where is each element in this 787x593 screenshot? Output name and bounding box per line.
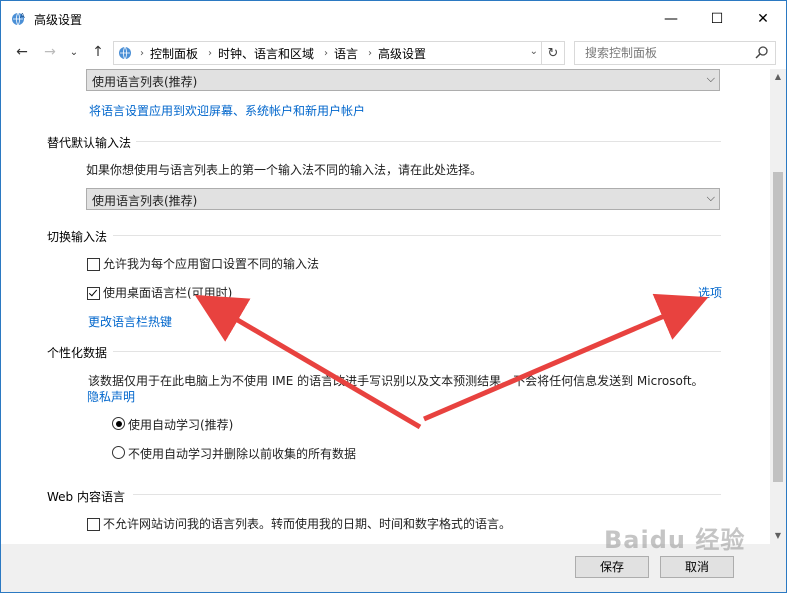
back-arrow-icon[interactable]: ← [13,43,31,61]
auto-learning-radio[interactable] [112,417,125,430]
forward-arrow-icon[interactable]: → [41,43,59,61]
desktop-language-bar-checkbox[interactable] [87,287,100,300]
per-app-input-checkbox[interactable] [87,258,100,271]
section-divider [113,235,721,236]
default-input-method-select[interactable]: 使用语言列表(推荐) ⌵ [86,188,720,210]
section-heading-personalization: 个性化数据 [47,346,108,360]
cancel-button[interactable]: 取消 [660,556,734,578]
section-heading-override-input: 替代默认输入法 [47,136,132,150]
close-button[interactable]: ✕ [740,1,786,37]
no-auto-learning-radio[interactable] [112,446,125,459]
apply-to-welcome-screen-link[interactable]: 将语言设置应用到欢迎屏幕、系统帐户和新用户帐户 [89,102,365,119]
scrollbar-thumb[interactable] [773,172,783,482]
advanced-settings-window: A 高级设置 — ☐ ✕ ← → ⌄ ↑ › 控制面板 › 时钟、语言和区域 ›… [0,0,787,593]
address-dropdown-icon[interactable]: ⌄ [530,46,538,57]
chevron-down-icon: ⌵ [706,191,715,204]
web-language-list-label[interactable]: 不允许网站访问我的语言列表。转而使用我的日期、时间和数字格式的语言。 [103,515,511,532]
control-panel-icon [119,46,131,60]
chevron-down-icon: ⌵ [706,72,715,85]
breadcrumb-separator-icon: › [368,47,373,59]
web-language-list-checkbox[interactable] [87,518,100,531]
section-divider [113,351,721,352]
scroll-down-icon[interactable]: ▼ [770,528,786,544]
search-icon[interactable] [755,45,769,59]
window-title: 高级设置 [34,13,83,27]
personalization-description: 该数据仅用于在此电脑上为不使用 IME 的语言改进手写识别以及文本预测结果。不会… [88,374,704,388]
breadcrumb-separator-icon: › [208,47,213,59]
section-heading-switch-input: 切换输入法 [47,230,108,244]
save-button[interactable]: 保存 [575,556,649,578]
search-box[interactable] [574,41,776,65]
settings-content: 使用语言列表(推荐) ⌵ 将语言设置应用到欢迎屏幕、系统帐户和新用户帐户 替代默… [1,69,770,544]
desktop-language-bar-label[interactable]: 使用桌面语言栏(可用时) [103,284,232,301]
title-bar: A 高级设置 — ☐ ✕ [1,1,786,37]
baidu-watermark: Baidu 经验 [604,526,746,554]
select-value: 使用语言列表(推荐) [92,75,198,89]
override-description: 如果你想使用与语言列表上的第一个输入法不同的输入法，请在此处选择。 [86,163,483,177]
svg-text:A: A [20,12,25,20]
section-divider [136,141,721,142]
search-input[interactable] [583,45,747,61]
language-bar-options-link[interactable]: 选项 [698,284,722,301]
breadcrumb-item[interactable]: 高级设置 [378,45,426,62]
recent-locations-icon[interactable]: ⌄ [65,43,83,61]
minimize-button[interactable]: — [648,1,694,37]
breadcrumb-item[interactable]: 语言 [334,45,358,62]
section-heading-web-content: Web 内容语言 [47,490,125,504]
vertical-scrollbar[interactable]: ▲ ▼ [770,69,786,544]
language-globe-icon: A [12,12,25,26]
breadcrumb-item[interactable]: 控制面板 [150,45,198,62]
address-bar[interactable]: › 控制面板 › 时钟、语言和区域 › 语言 › 高级设置 ⌄ ↻ [113,41,565,65]
breadcrumb-separator-icon: › [324,47,329,59]
select-value: 使用语言列表(推荐) [92,194,198,208]
maximize-button[interactable]: ☐ [694,1,740,37]
per-app-input-label[interactable]: 允许我为每个应用窗口设置不同的输入法 [103,255,319,272]
breadcrumb-item[interactable]: 时钟、语言和区域 [218,45,314,62]
display-language-select[interactable]: 使用语言列表(推荐) ⌵ [86,69,720,91]
scroll-up-icon[interactable]: ▲ [770,69,786,85]
breadcrumb-separator-icon: › [140,47,144,59]
up-arrow-icon[interactable]: ↑ [89,43,107,61]
refresh-icon[interactable]: ↻ [541,42,564,64]
section-divider [133,494,721,495]
change-hotkeys-link[interactable]: 更改语言栏热键 [88,313,172,330]
navigation-bar: ← → ⌄ ↑ › 控制面板 › 时钟、语言和区域 › 语言 › 高级设置 ⌄ … [1,37,786,69]
auto-learning-label[interactable]: 使用自动学习(推荐) [128,416,233,433]
no-auto-learning-label[interactable]: 不使用自动学习并删除以前收集的所有数据 [128,445,356,462]
privacy-statement-link[interactable]: 隐私声明 [87,388,135,405]
